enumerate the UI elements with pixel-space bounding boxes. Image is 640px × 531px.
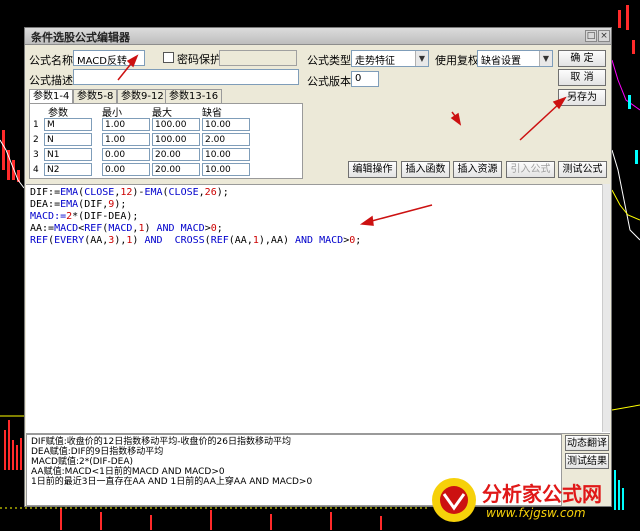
param-header-max: 最大 xyxy=(152,108,172,119)
param-row-index: 3 xyxy=(33,150,39,160)
param-row-index: 4 xyxy=(33,165,39,175)
param-name-cell[interactable]: M xyxy=(44,118,92,131)
import-formula-button[interactable]: 引入公式 xyxy=(506,161,555,178)
tab-params-9-12[interactable]: 参数9-12 xyxy=(117,89,168,104)
rights-label: 使用复权 xyxy=(435,54,479,67)
site-watermark: 分析家公式网 www.fxjgsw.com xyxy=(430,470,630,528)
param-default-cell[interactable]: 10.00 xyxy=(202,163,250,176)
formula-type-value: 走势特征 xyxy=(355,56,395,67)
param-max-cell[interactable]: 100.00 xyxy=(152,118,200,131)
param-min-cell[interactable]: 1.00 xyxy=(102,118,150,131)
param-min-cell[interactable]: 0.00 xyxy=(102,163,150,176)
window-title: 条件选股公式编辑器 xyxy=(31,31,130,44)
ok-button[interactable]: 确 定 xyxy=(558,50,606,67)
translation-line: AA赋值:MACD<1日前的MACD AND MACD>0 xyxy=(31,467,225,477)
editor-scrollbar[interactable] xyxy=(602,184,610,432)
tab-params-5-8[interactable]: 参数5-8 xyxy=(73,89,118,104)
cancel-button[interactable]: 取 消 xyxy=(558,69,606,86)
code-line-2: DEA:=EMA(DIF,9); xyxy=(30,199,127,210)
formula-code-editor[interactable]: DIF:=EMA(CLOSE,12)-EMA(CLOSE,26); DEA:=E… xyxy=(26,184,610,434)
rights-select[interactable]: 缺省设置 ▼ xyxy=(477,50,553,67)
param-name-cell[interactable]: N xyxy=(44,133,92,146)
close-icon[interactable]: × xyxy=(598,30,610,42)
param-header-min: 最小 xyxy=(102,108,122,119)
tab-params-13-16[interactable]: 参数13-16 xyxy=(165,89,223,104)
formula-name-input[interactable]: MACD反转 xyxy=(73,50,145,66)
params-table: 参数 最小 最大 缺省 1 M 1.00 100.00 10.00 2 N 1.… xyxy=(29,103,303,179)
rights-value: 缺省设置 xyxy=(481,56,521,67)
maximize-icon[interactable]: □ xyxy=(585,30,597,42)
param-header-name: 参数 xyxy=(48,108,68,119)
formula-type-label: 公式类型 xyxy=(307,54,351,67)
watermark-title: 分析家公式网 xyxy=(482,482,602,506)
password-input[interactable] xyxy=(219,50,297,66)
chevron-down-icon: ▼ xyxy=(415,51,428,66)
param-row-index: 1 xyxy=(33,120,39,130)
code-line-3: MACD:=2*(DIF-DEA); xyxy=(30,211,139,222)
param-default-cell[interactable]: 2.00 xyxy=(202,133,250,146)
save-as-button[interactable]: 另存为 xyxy=(558,89,606,106)
translation-line: MACD赋值:2*(DIF-DEA) xyxy=(31,457,134,467)
password-label: 密码保护 xyxy=(177,53,221,66)
formula-version-input[interactable]: 0 xyxy=(351,71,379,87)
formula-desc-label: 公式描述 xyxy=(29,74,73,87)
param-name-cell[interactable]: N2 xyxy=(44,163,92,176)
param-min-cell[interactable]: 1.00 xyxy=(102,133,150,146)
param-default-cell[interactable]: 10.00 xyxy=(202,148,250,161)
test-result-button[interactable]: 测试结果 xyxy=(565,453,609,469)
formula-type-select[interactable]: 走势特征 ▼ xyxy=(351,50,429,67)
formula-name-label: 公式名称 xyxy=(29,54,73,67)
param-row-index: 2 xyxy=(33,135,39,145)
param-max-cell[interactable]: 20.00 xyxy=(152,163,200,176)
translation-line: DEA赋值:DIF的9日指数移动平均 xyxy=(31,447,164,457)
insert-function-button[interactable]: 插入函数 xyxy=(401,161,450,178)
formula-version-label: 公式版本 xyxy=(307,75,351,88)
tab-params-1-4[interactable]: 参数1-4 xyxy=(29,89,74,104)
param-default-cell[interactable]: 10.00 xyxy=(202,118,250,131)
chevron-down-icon: ▼ xyxy=(539,51,552,66)
title-bar[interactable]: 条件选股公式编辑器 □ × xyxy=(25,28,611,45)
translation-line: DIF赋值:收盘价的12日指数移动平均-收盘价的26日指数移动平均 xyxy=(31,437,291,447)
param-name-cell[interactable]: N1 xyxy=(44,148,92,161)
code-line-4: AA:=MACD<REF(MACD,1) AND MACD>0; xyxy=(30,223,223,234)
code-line-5: REF(EVERY(AA,3),1) AND CROSS(REF(AA,1),A… xyxy=(30,235,362,246)
formula-editor-window: 条件选股公式编辑器 □ × 公式名称 MACD反转 密码保护 公式类型 走势特征… xyxy=(24,27,612,507)
translation-line: 1日前的最近3日一直存在AA AND 1日前的AA上穿AA AND MACD>0 xyxy=(31,477,313,487)
code-line-1: DIF:=EMA(CLOSE,12)-EMA(CLOSE,26); xyxy=(30,187,229,198)
param-max-cell[interactable]: 100.00 xyxy=(152,133,200,146)
param-min-cell[interactable]: 0.00 xyxy=(102,148,150,161)
watermark-url: www.fxjgsw.com xyxy=(486,506,586,520)
password-checkbox[interactable] xyxy=(163,52,174,63)
formula-desc-input[interactable] xyxy=(73,69,299,85)
test-formula-button[interactable]: 测试公式 xyxy=(558,161,607,178)
insert-resource-button[interactable]: 插入资源 xyxy=(453,161,502,178)
dynamic-translate-button[interactable]: 动态翻译 xyxy=(565,435,609,451)
edit-operations-button[interactable]: 编辑操作 xyxy=(348,161,397,178)
param-header-default: 缺省 xyxy=(202,108,222,119)
param-max-cell[interactable]: 20.00 xyxy=(152,148,200,161)
